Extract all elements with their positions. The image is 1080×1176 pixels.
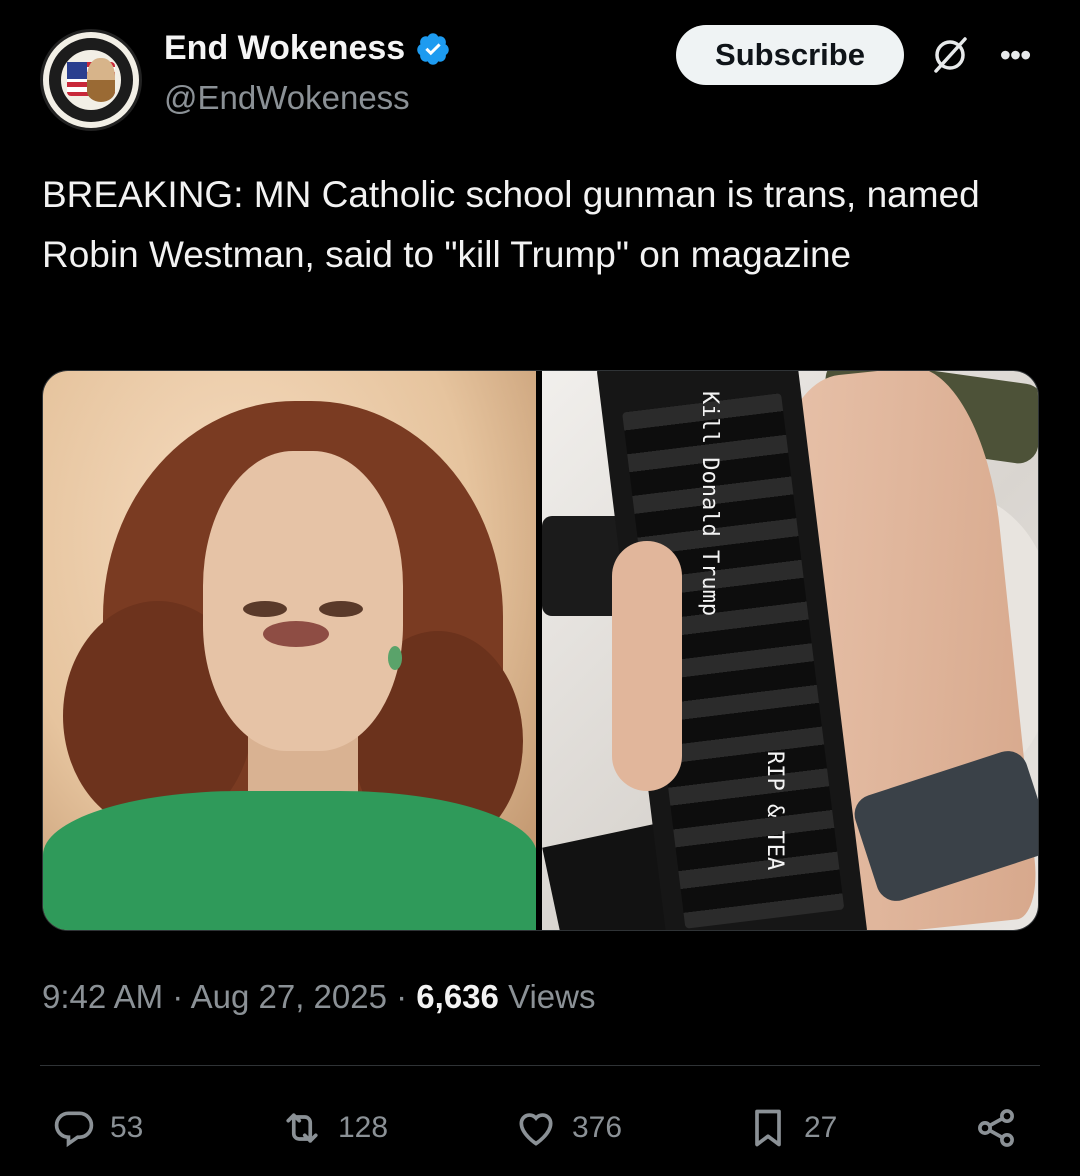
author-handle[interactable]: @EndWokeness [164,79,410,117]
like-button[interactable]: 376 [514,1100,622,1156]
media-photo-portrait[interactable] [43,371,536,930]
tweet-date[interactable]: Aug 27, 2025 [191,978,387,1015]
author-name-row[interactable]: End Wokeness [164,29,451,68]
tweet-text: BREAKING: MN Catholic school gunman is t… [42,174,980,275]
tweet-media[interactable]: Kill Donald Trump RIP & TEA [42,370,1039,931]
bookmark-button[interactable]: 27 [746,1100,837,1156]
repost-button[interactable]: 128 [280,1100,388,1156]
reply-button[interactable]: 53 [52,1100,143,1156]
avatar-beard [87,80,115,102]
bookmark-icon [755,1109,781,1147]
earring [388,646,402,670]
verified-badge-icon [417,32,449,65]
meta-separator: · [172,978,184,1015]
magazine-writing-1: Kill Donald Trump [697,391,722,617]
heart-icon [519,1113,553,1146]
divider [40,1065,1040,1066]
share-icon [978,1109,1014,1147]
grok-icon[interactable] [930,35,970,75]
fingers [612,541,682,791]
green-shirt [43,791,536,930]
tweet-header: End Wokeness @EndWokeness Subscribe ••• [40,25,1040,135]
tweet-actions: 53 128 376 27 [40,1100,1040,1156]
repost-icon [286,1113,318,1143]
bookmark-count: 27 [804,1111,838,1144]
views-count: 6,636 [416,978,499,1015]
media-photo-magazine[interactable]: Kill Donald Trump RIP & TEA [542,371,1038,930]
reply-icon [54,1111,94,1148]
meta-separator: · [396,978,408,1015]
eye-left [243,601,287,617]
share-button[interactable] [974,1100,1018,1156]
like-count: 376 [572,1111,623,1144]
tweet-meta: 9:42 AM · Aug 27, 2025 · 6,636 Views [42,978,596,1016]
views-label: Views [508,978,596,1015]
magazine-writing-2: RIP & TEA [762,751,787,871]
author-avatar[interactable] [40,29,142,131]
tweet-time[interactable]: 9:42 AM [42,978,163,1015]
reply-count: 53 [110,1111,144,1144]
repost-count: 128 [338,1111,389,1144]
author-display-name[interactable]: End Wokeness [164,29,405,68]
mouth-shape [263,621,329,647]
eye-right [319,601,363,617]
subscribe-button[interactable]: Subscribe [676,25,904,85]
face-shape [203,451,403,751]
more-icon[interactable]: ••• [995,35,1035,75]
